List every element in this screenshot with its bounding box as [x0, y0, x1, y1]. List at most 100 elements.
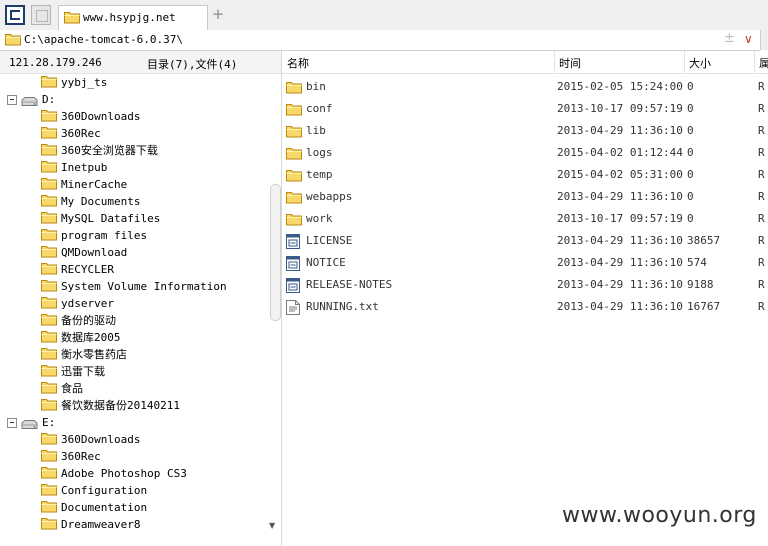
file-row[interactable]: lib 2013-04-29 11:36:10 0 R — [282, 120, 768, 142]
tab-title: www.hsypjg.net — [83, 11, 176, 24]
folder-icon — [5, 34, 21, 46]
folder-icon — [41, 432, 57, 450]
folder-icon — [41, 160, 57, 178]
file-row[interactable]: conf 2013-10-17 09:57:19 0 R — [282, 98, 768, 120]
file-name: lib — [306, 124, 326, 137]
tab-bar: www.hsypjg.net + — [0, 0, 768, 31]
folder-icon — [41, 381, 57, 399]
text-file-icon — [286, 300, 300, 323]
file-list-header: 名称 时间 大小 属 — [282, 51, 768, 74]
column-separator[interactable] — [684, 51, 685, 73]
file-row[interactable]: LICENSE 2013-04-29 11:36:10 38657 R — [282, 230, 768, 252]
column-time-header[interactable]: 时间 — [559, 55, 581, 71]
file-size: 0 — [687, 80, 694, 93]
file-size: 0 — [687, 146, 694, 159]
tree-item-label: Configuration — [61, 484, 148, 497]
file-name: webapps — [306, 190, 353, 203]
file-time: 2013-10-17 09:57:19 — [557, 102, 683, 115]
plus-minus-icon[interactable]: ± — [724, 31, 735, 46]
column-attr-header[interactable]: 属 — [759, 55, 768, 71]
file-attr: R — [758, 300, 765, 313]
tree-item-label: 360安全浏览器下载 — [61, 144, 158, 157]
window-toggle-button[interactable] — [5, 5, 25, 25]
window-button[interactable] — [31, 5, 51, 25]
file-row[interactable]: temp 2015-04-02 05:31:00 0 R — [282, 164, 768, 186]
address-path[interactable]: C:\apache-tomcat-6.0.37\ — [24, 33, 183, 46]
file-name: RELEASE-NOTES — [306, 278, 393, 291]
column-size-header[interactable]: 大小 — [689, 55, 711, 71]
tree-item-label: 360Downloads — [61, 433, 141, 446]
folder-icon — [41, 211, 57, 229]
chevron-down-icon[interactable]: ∨ — [744, 32, 753, 46]
collapse-toggle-icon[interactable] — [7, 95, 17, 105]
file-attr: R — [758, 168, 765, 181]
file-size: 0 — [687, 102, 694, 115]
file-attr: R — [758, 146, 765, 159]
file-name: bin — [306, 80, 326, 93]
tab-active[interactable]: www.hsypjg.net — [58, 5, 208, 30]
folder-icon — [41, 364, 57, 382]
folder-icon — [41, 194, 57, 212]
tree-item-label: program files — [61, 229, 148, 242]
folder-icon — [41, 483, 57, 501]
file-size: 0 — [687, 212, 694, 225]
file-time: 2013-10-17 09:57:19 — [557, 212, 683, 225]
dir-file-count: 目录(7),文件(4) — [147, 58, 238, 71]
address-side-button[interactable] — [760, 30, 768, 50]
folder-icon — [41, 177, 57, 195]
column-name-header[interactable]: 名称 — [287, 55, 309, 71]
file-attr: R — [758, 212, 765, 225]
file-size: 38657 — [687, 234, 721, 247]
server-ip: 121.28.179.246 — [9, 56, 102, 69]
file-time: 2013-04-29 11:36:10 — [557, 190, 683, 203]
watermark: www.wooyun.org — [562, 503, 757, 528]
file-row[interactable]: work 2013-10-17 09:57:19 0 R — [282, 208, 768, 230]
file-time: 2013-04-29 11:36:10 — [557, 234, 683, 247]
tree-scrollbar[interactable]: ▼ — [268, 74, 282, 532]
tree-item-label: 食品 — [61, 382, 83, 395]
file-time: 2013-04-29 11:36:10 — [557, 256, 683, 269]
folder-icon — [41, 109, 57, 127]
file-attr: R — [758, 124, 765, 137]
tree-item-label: QMDownload — [61, 246, 128, 259]
column-separator[interactable] — [754, 51, 755, 73]
tree-item-label: ydserver — [61, 297, 114, 310]
file-time: 2013-04-29 11:36:10 — [557, 278, 683, 291]
file-row[interactable]: bin 2015-02-05 15:24:00 0 R — [282, 76, 768, 98]
folder-icon — [41, 126, 57, 144]
file-row[interactable]: RUNNING.txt 2013-04-29 11:36:10 16767 R — [282, 296, 768, 318]
file-name: RUNNING.txt — [306, 300, 379, 313]
scrollbar-thumb[interactable] — [270, 184, 281, 321]
tree-item-label: MinerCache — [61, 178, 128, 191]
column-separator[interactable] — [554, 51, 555, 73]
drive-icon — [21, 418, 38, 435]
file-size: 16767 — [687, 300, 721, 313]
collapse-toggle-icon[interactable] — [7, 418, 17, 428]
tree-item-label: Documentation — [61, 501, 148, 514]
file-attr: R — [758, 102, 765, 115]
folder-icon — [41, 500, 57, 518]
file-size: 0 — [687, 168, 694, 181]
tree-item-label: 餐饮数据备份20140211 — [61, 399, 180, 412]
file-attr: R — [758, 234, 765, 247]
file-name: work — [306, 212, 333, 225]
file-size: 574 — [687, 256, 707, 269]
file-row[interactable]: NOTICE 2013-04-29 11:36:10 574 R — [282, 252, 768, 274]
file-time: 2013-04-29 11:36:10 — [557, 300, 683, 313]
tree-item-label: System Volume Information — [61, 280, 227, 293]
file-name: LICENSE — [306, 234, 353, 247]
tree-item-label: Adobe Photoshop CS3 — [61, 467, 187, 480]
new-tab-button[interactable]: + — [211, 6, 225, 22]
file-name: logs — [306, 146, 333, 159]
tree-item-label: 数据库2005 — [61, 331, 121, 344]
file-time: 2015-04-02 05:31:00 — [557, 168, 683, 181]
file-row[interactable]: RELEASE-NOTES 2013-04-29 11:36:10 9188 R — [282, 274, 768, 296]
file-name: conf — [306, 102, 333, 115]
file-row[interactable]: logs 2015-04-02 01:12:44 0 R — [282, 142, 768, 164]
address-bar[interactable]: C:\apache-tomcat-6.0.37\ ± ∨ — [0, 30, 760, 51]
tree-item-label: yybj_ts — [61, 76, 108, 89]
folder-icon — [41, 296, 57, 314]
file-row[interactable]: webapps 2013-04-29 11:36:10 0 R — [282, 186, 768, 208]
scroll-down-icon[interactable]: ▼ — [269, 521, 275, 530]
file-attr: R — [758, 190, 765, 203]
